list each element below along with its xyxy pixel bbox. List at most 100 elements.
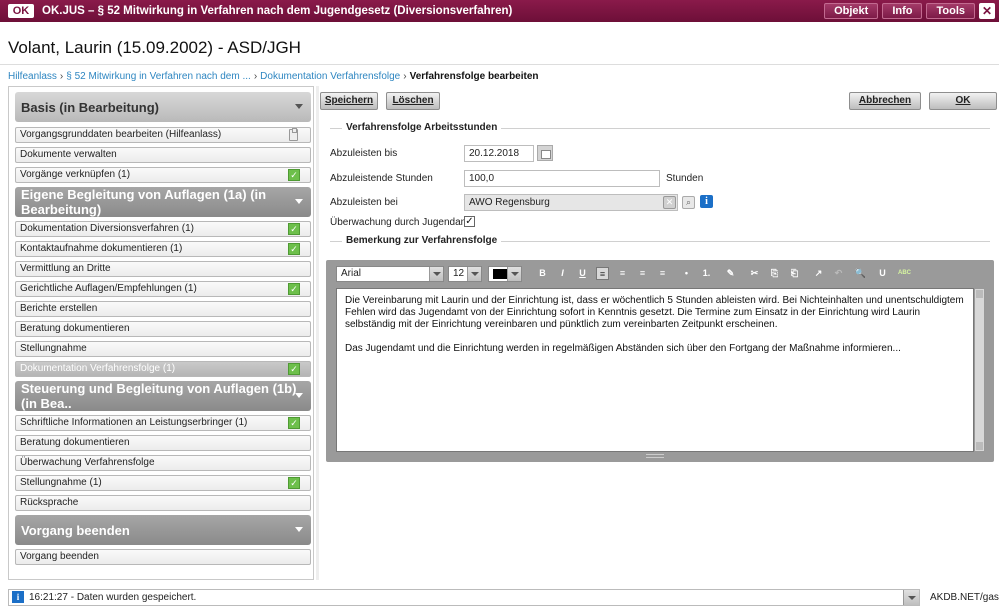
sidebar-item-vorgangsgrunddaten[interactable]: Vorgangsgrunddaten bearbeiten (Hilfeanla…: [15, 127, 311, 143]
sidebar-item-kontaktaufnahme[interactable]: Kontaktaufnahme dokumentieren (1) ✓: [15, 241, 311, 257]
breadcrumb-separator: ›: [253, 71, 258, 82]
font-size-select[interactable]: 12: [448, 266, 482, 282]
italic-icon[interactable]: I: [556, 267, 569, 280]
paste-icon[interactable]: ⎗: [788, 267, 801, 280]
clear-icon[interactable]: ✕: [663, 196, 676, 209]
due-date-field[interactable]: 20.12.2018: [464, 145, 534, 162]
sidebar-item-ruecksprache[interactable]: Rücksprache: [15, 495, 311, 511]
bullet-list-icon[interactable]: •: [680, 267, 693, 280]
bold-icon[interactable]: B: [536, 267, 549, 280]
check-icon: ✓: [288, 417, 300, 429]
cancel-button[interactable]: Abbrechen: [849, 92, 921, 110]
sidebar-item-verfahrensfolge[interactable]: Dokumentation Verfahrensfolge (1) ✓: [15, 361, 311, 377]
delete-button[interactable]: Löschen: [386, 92, 440, 110]
sidebar-item-ueberwachung[interactable]: Überwachung Verfahrensfolge: [15, 455, 311, 471]
page-title: Volant, Laurin (15.09.2002) - ASD/JGH: [8, 38, 301, 57]
info-icon: i: [12, 591, 24, 603]
align-right-icon[interactable]: ≡: [636, 267, 649, 280]
sidebar-item-vorgaenge[interactable]: Vorgänge verknüpfen (1) ✓: [15, 167, 311, 183]
objekt-button[interactable]: Objekt: [824, 3, 879, 19]
align-left-icon[interactable]: ≡: [596, 267, 609, 280]
numbered-list-icon[interactable]: 1.: [700, 267, 713, 280]
spellcheck-icon[interactable]: ABC: [898, 267, 911, 280]
workflow-panel: Basis (in Bearbeitung) Vorgangsgrunddate…: [8, 86, 314, 580]
info-button[interactable]: Info: [882, 3, 923, 19]
chevron-down-icon: [467, 267, 481, 281]
calendar-icon[interactable]: [537, 145, 553, 161]
check-icon: ✓: [288, 363, 300, 375]
paragraph: Das Jugendamt und die Einrichtung werden…: [345, 343, 901, 354]
check-icon: ✓: [288, 223, 300, 235]
breadcrumb-link[interactable]: § 52 Mitwirkung in Verfahren nach dem ..…: [66, 71, 251, 82]
tools-button[interactable]: Tools: [926, 3, 975, 19]
editor-scrollbar[interactable]: [974, 288, 985, 452]
section-heading: Bemerkung zur Verfahrensfolge: [342, 235, 502, 246]
provider-field[interactable]: AWO Regensburg: [464, 194, 678, 211]
section-eigene-begleitung[interactable]: Eigene Begleitung von Auflagen (1a) (in …: [15, 187, 311, 217]
window-title: OK.JUS – § 52 Mitwirkung in Verfahren na…: [42, 5, 513, 17]
section-basis[interactable]: Basis (in Bearbeitung): [15, 92, 311, 122]
info-icon[interactable]: i: [700, 195, 713, 208]
align-center-icon[interactable]: ≡: [616, 267, 629, 280]
clear-format-icon[interactable]: ✎: [724, 267, 737, 280]
chevron-down-icon[interactable]: [903, 590, 919, 605]
source-icon[interactable]: U: [876, 267, 889, 280]
section-title: Eigene Begleitung von Auflagen (1a) (in …: [21, 187, 267, 217]
underline-icon[interactable]: U: [576, 267, 589, 280]
cut-icon[interactable]: ✂: [748, 267, 761, 280]
sidebar-item-label: Dokumentation Diversionsverfahren (1): [20, 223, 194, 234]
sidebar-item-stellungnahme[interactable]: Stellungnahme: [15, 341, 311, 357]
titlebar-buttons: Objekt Info Tools ✕: [824, 3, 995, 19]
hours-unit: Stunden: [666, 173, 704, 184]
monitor-checkbox[interactable]: ✓: [464, 216, 475, 227]
copy-icon[interactable]: ⎘: [768, 267, 781, 280]
sidebar-item-berichte[interactable]: Berichte erstellen: [15, 301, 311, 317]
section-title: Basis (in Bearbeitung): [21, 99, 159, 115]
check-icon: ✓: [288, 283, 300, 295]
sidebar-item-schriftliche-info[interactable]: Schriftliche Informationen an Leistungse…: [15, 415, 311, 431]
align-justify-icon[interactable]: ≡: [656, 267, 669, 280]
section-title: Steuerung und Begleitung von Auflagen (1…: [21, 381, 297, 411]
chevron-down-icon: [295, 393, 303, 398]
sidebar-item-stellungnahme-2[interactable]: Stellungnahme (1) ✓: [15, 475, 311, 491]
paste-special-icon[interactable]: ↗: [812, 267, 825, 280]
section-vorgang-beenden[interactable]: Vorgang beenden: [15, 515, 311, 545]
chevron-down-icon: [295, 527, 303, 532]
sidebar-item-label: Dokumente verwalten: [20, 149, 117, 160]
undo-icon[interactable]: ↶: [832, 267, 845, 280]
section-title: Vorgang beenden: [21, 522, 130, 538]
resize-handle[interactable]: [646, 454, 664, 458]
close-icon[interactable]: ✕: [979, 3, 995, 19]
search-icon[interactable]: 🔍: [854, 267, 867, 280]
section-steuerung[interactable]: Steuerung und Begleitung von Auflagen (1…: [15, 381, 311, 411]
sidebar-item-label: Schriftliche Informationen an Leistungse…: [20, 417, 248, 428]
sidebar-item-label: Dokumentation Verfahrensfolge (1): [20, 363, 176, 374]
font-select[interactable]: Arial: [336, 266, 444, 282]
ok-button[interactable]: OK: [929, 92, 997, 110]
breadcrumb-link[interactable]: Dokumentation Verfahrensfolge: [260, 71, 400, 82]
sidebar-item-label: Berichte erstellen: [20, 303, 98, 314]
font-color-select[interactable]: [488, 266, 522, 282]
sidebar-item-beratung[interactable]: Beratung dokumentieren: [15, 321, 311, 337]
sidebar-item-beratung-2[interactable]: Beratung dokumentieren: [15, 435, 311, 451]
search-icon[interactable]: ⌕: [682, 196, 695, 209]
breadcrumb-link[interactable]: Hilfeanlass: [8, 71, 57, 82]
sidebar-item-label: Beratung dokumentieren: [20, 323, 130, 334]
monitor-label: Überwachung durch Jugendamt: [330, 217, 472, 228]
sidebar-item-dokumente[interactable]: Dokumente verwalten: [15, 147, 311, 163]
chevron-down-icon: [295, 199, 303, 204]
breadcrumb: Hilfeanlass › § 52 Mitwirkung in Verfahren…: [8, 71, 539, 82]
hours-field[interactable]: 100,0: [464, 170, 660, 187]
save-button[interactable]: Speichern: [320, 92, 378, 110]
check-icon: ✓: [288, 169, 300, 181]
breadcrumb-separator: ›: [403, 71, 407, 82]
sidebar-item-vorgang-beenden[interactable]: Vorgang beenden: [15, 549, 311, 565]
sidebar-item-auflagen[interactable]: Gerichtliche Auflagen/Empfehlungen (1) ✓: [15, 281, 311, 297]
panel-splitter[interactable]: [316, 86, 319, 580]
sidebar-item-diversionsverfahren[interactable]: Dokumentation Diversionsverfahren (1) ✓: [15, 221, 311, 237]
comment-textarea[interactable]: Die Vereinbarung mit Laurin und der Einr…: [336, 288, 974, 452]
window-titlebar: OK OK.JUS – § 52 Mitwirkung in Verfahren…: [0, 0, 999, 22]
chevron-down-icon: [295, 104, 303, 109]
sidebar-item-label: Vorgangsgrunddaten bearbeiten (Hilfeanla…: [20, 129, 222, 140]
sidebar-item-vermittlung[interactable]: Vermittlung an Dritte: [15, 261, 311, 277]
